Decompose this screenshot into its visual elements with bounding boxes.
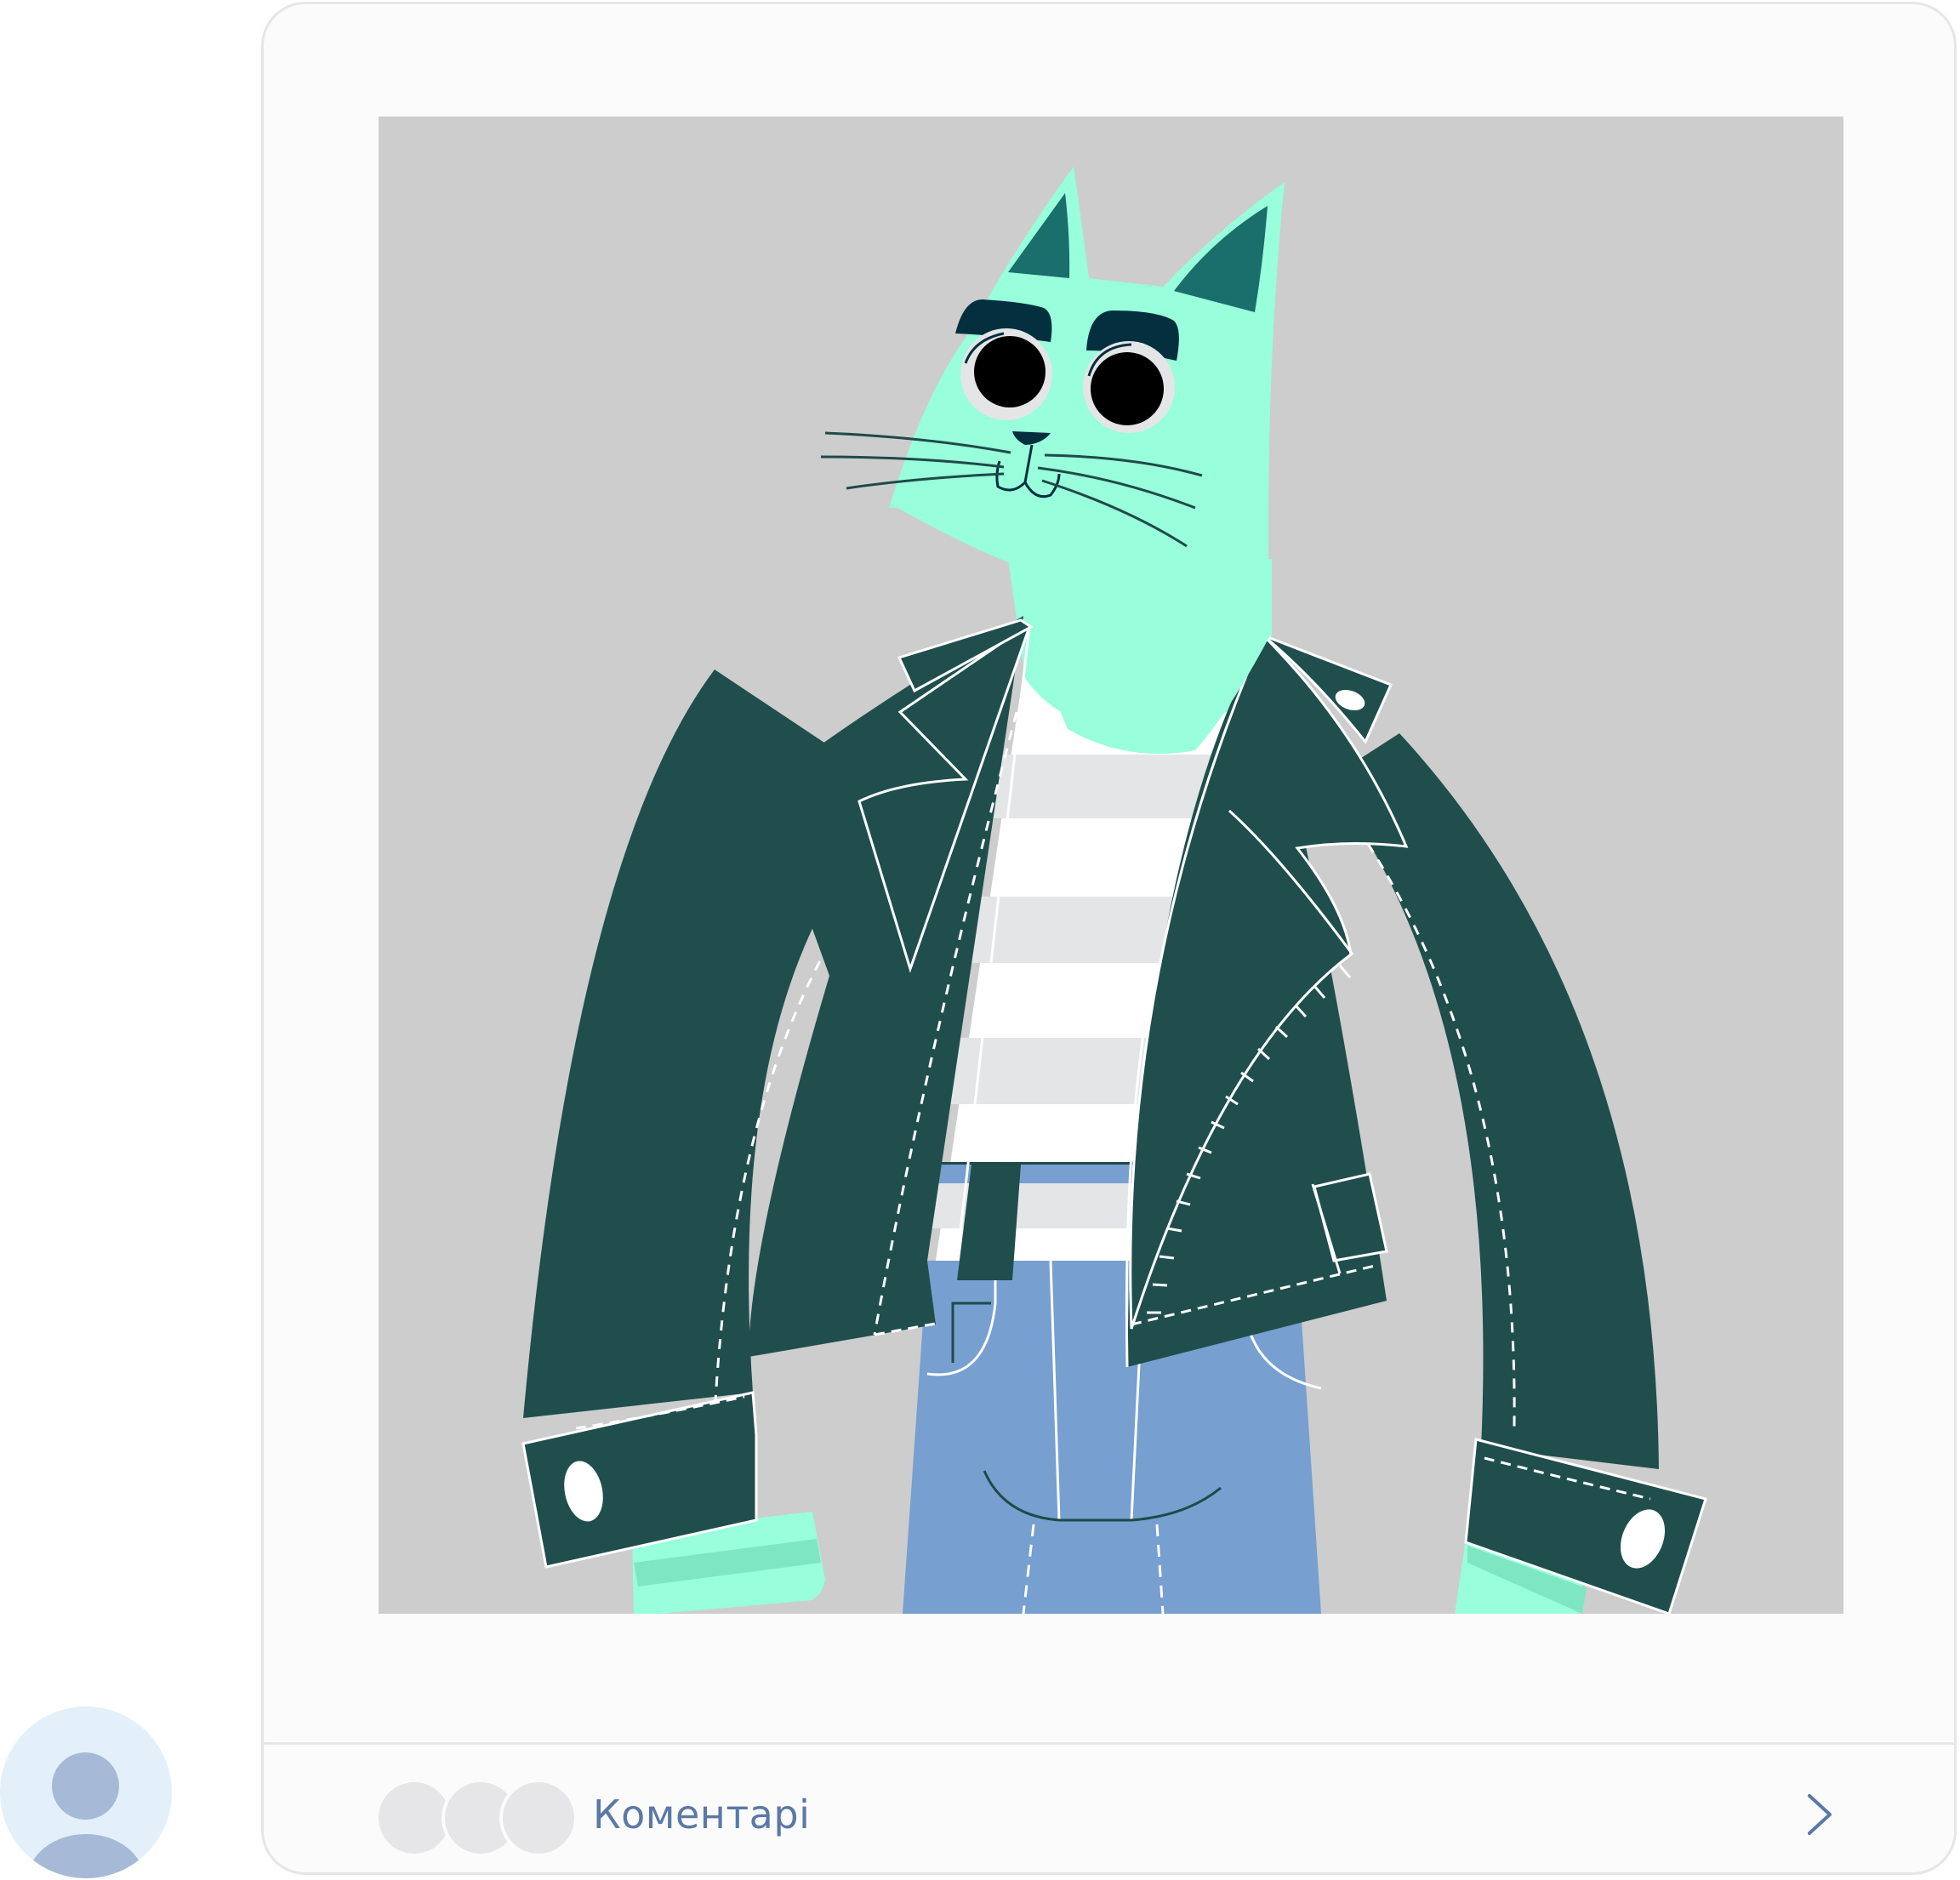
comments-label[interactable]: Коментарі (593, 1789, 810, 1840)
left-eye-pupil (974, 336, 1046, 407)
post-image[interactable] (379, 117, 1843, 1614)
avatar-head (52, 1752, 119, 1820)
chevron-right-icon[interactable] (1799, 1792, 1840, 1837)
user-avatar-icon[interactable] (0, 1706, 172, 1878)
commenter-avatar (499, 1779, 578, 1857)
cat-illustration (521, 167, 1707, 1614)
avatar-body (27, 1834, 145, 1878)
left-ear-inner (1008, 193, 1070, 278)
right-eye-pupil (1091, 352, 1164, 425)
commenter-avatars (375, 1779, 578, 1857)
comments-bar[interactable]: Коментарі (264, 1745, 1954, 1872)
post-card: Коментарі (261, 2, 1957, 1875)
post-screen: Коментарі (0, 0, 1960, 1880)
